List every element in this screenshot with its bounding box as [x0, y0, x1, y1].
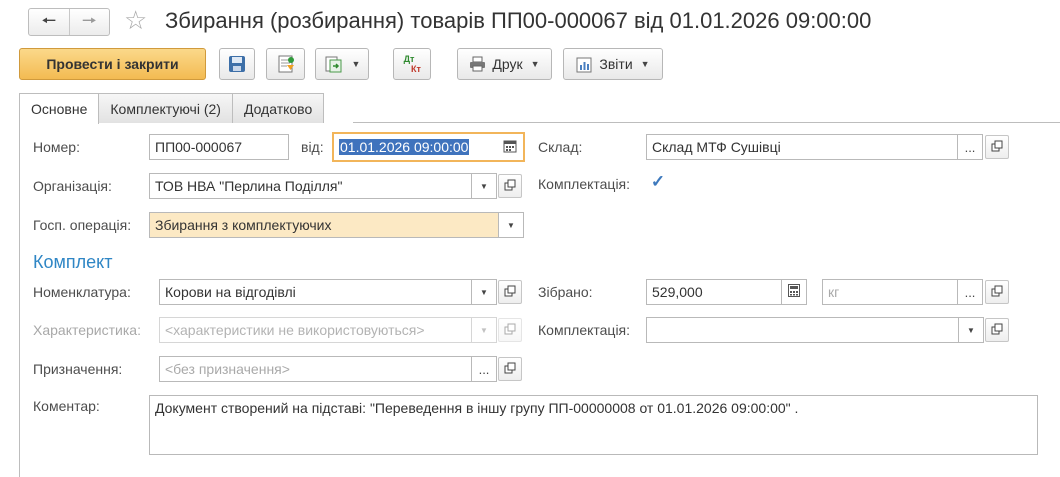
- organization-label: Організація:: [33, 178, 112, 194]
- number-field[interactable]: ПП00-000067: [149, 134, 289, 160]
- star-icon[interactable]: ☆: [124, 5, 147, 35]
- calendar-button[interactable]: [499, 137, 521, 157]
- purpose-field[interactable]: <без призначення>: [159, 356, 472, 382]
- operation-label: Госп. операція:: [33, 217, 132, 233]
- post-button[interactable]: [266, 48, 305, 80]
- calculator-icon: [788, 284, 800, 300]
- kit-completion-dropdown-button[interactable]: ▼: [958, 317, 984, 343]
- nomenclature-label: Номенклатура:: [33, 284, 131, 300]
- post-and-close-button[interactable]: Провести і закрити: [19, 48, 206, 80]
- warehouse-field[interactable]: Склад МТФ Сушівці: [646, 134, 958, 160]
- open-icon: [504, 361, 516, 377]
- nomenclature-dropdown-button[interactable]: ▼: [471, 279, 497, 305]
- page-title: Збирання (розбирання) товарів ПП00-00006…: [165, 8, 872, 33]
- open-nomenclature-button[interactable]: [498, 280, 522, 304]
- forward-button[interactable]: 🠖: [68, 9, 110, 35]
- tab-divider: [353, 122, 1060, 123]
- open-kit-completion-button[interactable]: [985, 318, 1009, 342]
- kit-completion-label: Комплектація:: [538, 322, 631, 338]
- dt-kt-button[interactable]: Дт Кт: [393, 48, 431, 80]
- tab-main[interactable]: Основне: [19, 93, 100, 124]
- reports-button[interactable]: Звіти ▼: [563, 48, 663, 80]
- comment-label: Коментар:: [33, 398, 100, 414]
- operation-field[interactable]: Збирання з комплектуючих: [149, 212, 499, 238]
- open-characteristic-button[interactable]: [498, 318, 522, 342]
- date-field[interactable]: 01.01.2026 09:00:00: [332, 132, 525, 162]
- back-button[interactable]: 🠔: [29, 9, 69, 35]
- post-document-icon: [276, 54, 296, 74]
- date-value: 01.01.2026 09:00:00: [339, 139, 470, 155]
- tab-additional[interactable]: Додатково: [231, 93, 325, 123]
- open-icon: [991, 284, 1003, 300]
- checkmark-icon: ✓: [650, 172, 666, 191]
- create-based-on-icon: [324, 54, 344, 74]
- tab-components[interactable]: Комплектуючі (2): [98, 93, 233, 123]
- operation-dropdown-button[interactable]: ▼: [498, 212, 524, 238]
- dropdown-icon: ▼: [480, 181, 488, 191]
- purpose-label: Призначення:: [33, 361, 123, 377]
- calendar-icon: [503, 139, 517, 156]
- create-based-on-button[interactable]: ▼: [315, 48, 369, 80]
- chevron-down-icon: ▼: [351, 59, 361, 69]
- kit-completion-field[interactable]: [646, 317, 959, 343]
- nomenclature-field[interactable]: Корови на відгодівлі: [159, 279, 472, 305]
- assembled-label: Зібрано:: [538, 284, 593, 300]
- panel-border: [19, 122, 20, 477]
- number-label: Номер:: [33, 139, 80, 155]
- warehouse-select-button[interactable]: ...: [957, 134, 983, 160]
- reports-label: Звіти: [599, 56, 633, 72]
- open-icon: [504, 322, 516, 338]
- navigation-buttons: 🠔 🠖: [28, 8, 110, 36]
- completion-label: Комплектація:: [538, 176, 631, 192]
- date-label: від:: [301, 139, 324, 155]
- arrow-right-icon: 🠖: [81, 10, 97, 30]
- unit-field[interactable]: кг: [822, 279, 958, 305]
- kit-section-title: Комплект: [33, 252, 113, 272]
- kt-label: Кт: [411, 64, 421, 74]
- warehouse-label: Склад:: [538, 139, 583, 155]
- calculator-button[interactable]: [781, 279, 807, 305]
- print-button[interactable]: Друк ▼: [457, 48, 552, 80]
- open-icon: [991, 322, 1003, 338]
- open-warehouse-button[interactable]: [985, 135, 1009, 159]
- open-icon: [504, 284, 516, 300]
- organization-field[interactable]: ТОВ НВА "Перлина Поділля": [149, 173, 472, 199]
- dt-label: Дт: [403, 54, 415, 64]
- assembled-quantity-field[interactable]: 529,000: [646, 279, 782, 305]
- dropdown-icon: ▼: [480, 325, 488, 335]
- completion-checkbox[interactable]: ✓: [649, 172, 667, 191]
- save-button[interactable]: [219, 48, 255, 80]
- open-purpose-button[interactable]: [498, 357, 522, 381]
- tab-bar: Основне Комплектуючі (2) Додатково: [19, 93, 325, 124]
- printer-icon: [469, 56, 486, 72]
- open-icon: [991, 139, 1003, 155]
- organization-dropdown-button[interactable]: ▼: [471, 173, 497, 199]
- unit-select-button[interactable]: ...: [957, 279, 983, 305]
- reports-icon: [576, 56, 593, 73]
- characteristic-label: Характеристика:: [33, 322, 141, 338]
- chevron-down-icon: ▼: [530, 59, 540, 69]
- dropdown-icon: ▼: [967, 325, 975, 335]
- save-icon: [228, 55, 246, 73]
- open-organization-button[interactable]: [498, 174, 522, 198]
- print-label: Друк: [492, 56, 523, 72]
- chevron-down-icon: ▼: [640, 59, 650, 69]
- open-icon: [504, 178, 516, 194]
- dropdown-icon: ▼: [480, 287, 488, 297]
- dropdown-icon: ▼: [507, 220, 515, 230]
- open-unit-button[interactable]: [985, 280, 1009, 304]
- characteristic-dropdown-button[interactable]: ▼: [471, 317, 497, 343]
- characteristic-field[interactable]: <характеристики не використовуються>: [159, 317, 472, 343]
- purpose-select-button[interactable]: ...: [471, 356, 497, 382]
- comment-textarea[interactable]: Документ створений на підставі: "Перевед…: [149, 395, 1038, 455]
- arrow-left-icon: 🠔: [41, 10, 57, 30]
